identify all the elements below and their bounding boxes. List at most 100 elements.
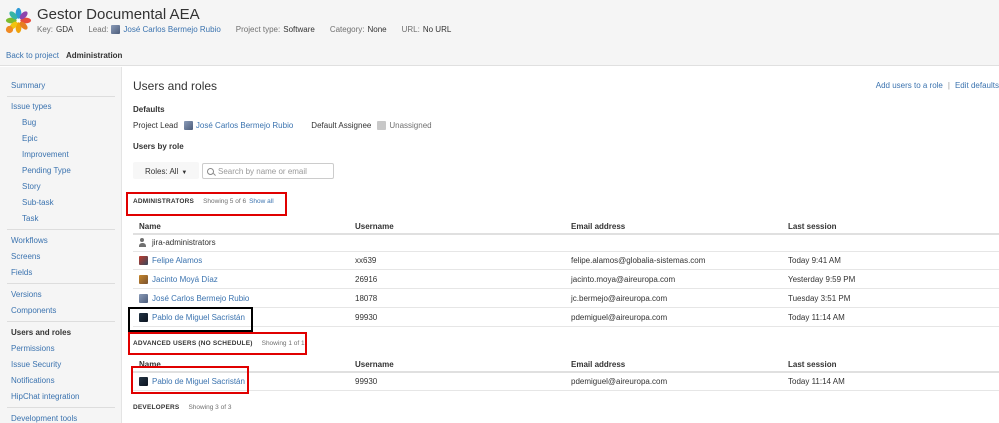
user-name-link[interactable]: Felipe Alamos (152, 256, 202, 265)
sidebar-item-development-tools[interactable]: Development tools (11, 414, 77, 423)
highlight-box (126, 192, 287, 216)
sidebar-item-issue-types[interactable]: Issue types (11, 102, 51, 111)
highlight-box (128, 332, 307, 355)
sidebar-item-workflows[interactable]: Workflows (11, 236, 48, 245)
last-session-cell: Today 11:14 AM (788, 313, 845, 322)
username-cell: 26916 (355, 275, 378, 284)
project-category: None (367, 25, 387, 34)
sidebar-item-screens[interactable]: Screens (11, 252, 40, 261)
project-url: No URL (422, 25, 452, 34)
action-separator: | (947, 81, 950, 90)
column-last-session[interactable]: Last session (788, 360, 836, 369)
users-by-role-heading: Users by role (133, 142, 184, 151)
default-project-lead-link[interactable]: José Carlos Bermejo Rubio (196, 121, 293, 130)
type-label: Project type: (235, 25, 281, 34)
search-icon (207, 167, 214, 175)
page-actions: Add users to a role | Edit defaults (876, 81, 999, 90)
user-name-link[interactable]: José Carlos Bermejo Rubio (152, 294, 249, 303)
category-label: Category: (329, 25, 365, 34)
project-key: GDA (56, 25, 74, 34)
username-cell: 99930 (355, 377, 378, 386)
email-cell: felipe.alamos@globalia-sistemas.com (571, 256, 706, 265)
project-title: Gestor Documental AEA (37, 6, 200, 23)
sidebar-item-issue-security[interactable]: Issue Security (11, 360, 61, 369)
edit-defaults-link[interactable]: Edit defaults (955, 81, 999, 90)
key-label: Key: (37, 25, 54, 34)
project-lead-avatar (183, 121, 193, 130)
sidebar-item-users-roles[interactable]: Users and roles (11, 328, 71, 337)
tab-administration[interactable]: Administration (66, 51, 122, 60)
sidebar-item-summary[interactable]: Summary (11, 81, 45, 90)
sidebar-item-epic[interactable]: Epic (22, 134, 38, 143)
url-label: URL: (401, 25, 420, 34)
user-avatar (139, 275, 148, 284)
sidebar-divider (7, 407, 115, 408)
email-cell: jacinto.moya@aireuropa.com (571, 275, 676, 284)
username-cell: 18078 (355, 294, 378, 303)
column-last-session[interactable]: Last session (788, 222, 836, 231)
column-email[interactable]: Email address (571, 222, 625, 231)
last-session-cell: Tuesday 3:51 PM (788, 294, 851, 303)
sidebar-item-permissions[interactable]: Permissions (11, 344, 55, 353)
default-assignee-label: Default Assignee (311, 121, 372, 130)
project-meta: Key: GDA Lead: José Carlos Bermejo Rubio P… (37, 25, 466, 34)
back-to-project-link[interactable]: Back to project (6, 51, 59, 60)
last-session-cell: Yesterday 9:59 PM (788, 275, 856, 284)
role-title: DEVELOPERS (133, 404, 180, 411)
project-logo-icon[interactable] (5, 7, 32, 34)
project-lead-link[interactable]: José Carlos Bermejo Rubio (123, 25, 220, 34)
table-row: jira-administrators (133, 233, 999, 252)
sidebar-item-notifications[interactable]: Notifications (11, 376, 55, 385)
project-type: Software (283, 25, 315, 34)
table-row: Pablo de Miguel Sacristán 99930 pdemigue… (133, 372, 999, 391)
lead-avatar (111, 25, 121, 34)
user-avatar (139, 256, 148, 265)
lead-label: Lead: (88, 25, 109, 34)
role-count: Showing 3 of 3 (188, 404, 232, 411)
last-session-cell: Today 11:14 AM (788, 377, 845, 386)
sidebar-item-pending-type[interactable]: Pending Type (22, 166, 71, 175)
username-cell: 99930 (355, 313, 378, 322)
email-cell: pdemiguel@aireuropa.com (571, 377, 668, 386)
sidebar-divider (7, 96, 115, 97)
project-header: Gestor Documental AEA Key: GDA Lead: José … (0, 0, 999, 46)
sidebar-item-improvement[interactable]: Improvement (22, 150, 69, 159)
sidebar-item-components[interactable]: Components (11, 306, 56, 315)
chevron-down-icon: ▼ (181, 170, 188, 176)
sidebar-item-versions[interactable]: Versions (11, 290, 42, 299)
column-name[interactable]: Name (139, 222, 161, 231)
roles-filter-label: Roles: All (145, 167, 179, 176)
unassigned-avatar-icon (377, 121, 387, 130)
role-header-developers: DEVELOPERS Showing 3 of 3 (133, 404, 231, 411)
user-name-link[interactable]: Jacinto Moyá Díaz (152, 275, 218, 284)
group-name: jira-administrators (152, 238, 216, 247)
table-row: Pablo de Miguel Sacristán 99930 pdemigue… (133, 308, 999, 327)
sidebar-divider (7, 321, 115, 322)
defaults-row: Project Lead José Carlos Bermejo Rubio D… (133, 121, 432, 130)
highlight-box (131, 366, 249, 394)
sidebar-item-hipchat[interactable]: HipChat integration (11, 392, 79, 401)
email-cell: jc.bermejo@aireuropa.com (571, 294, 668, 303)
user-avatar (139, 294, 148, 303)
search-input[interactable] (218, 166, 328, 176)
username-cell: xx639 (355, 256, 377, 265)
column-email[interactable]: Email address (571, 360, 625, 369)
sidebar-item-fields[interactable]: Fields (11, 268, 32, 277)
sub-navigation: Back to project Administration (0, 46, 999, 66)
roles-filter-dropdown[interactable]: Roles: All ▼ (133, 162, 200, 179)
page-title: Users and roles (133, 79, 218, 93)
sidebar-item-bug[interactable]: Bug (22, 118, 36, 127)
table-row: José Carlos Bermejo Rubio 18078 jc.berme… (133, 289, 999, 308)
sidebar-divider (7, 283, 115, 284)
column-username[interactable]: Username (355, 360, 394, 369)
sidebar-item-task[interactable]: Task (22, 214, 38, 223)
add-users-to-role-link[interactable]: Add users to a role (876, 81, 943, 90)
sidebar-item-sub-task[interactable]: Sub-task (22, 198, 54, 207)
user-search-box[interactable] (202, 163, 334, 179)
project-lead-label: Project Lead (133, 121, 178, 130)
column-username[interactable]: Username (355, 222, 394, 231)
sidebar-divider (7, 229, 115, 230)
sidebar-item-story[interactable]: Story (22, 182, 41, 191)
email-cell: pdemiguel@aireuropa.com (571, 313, 668, 322)
default-assignee-value: Unassigned (389, 121, 432, 130)
